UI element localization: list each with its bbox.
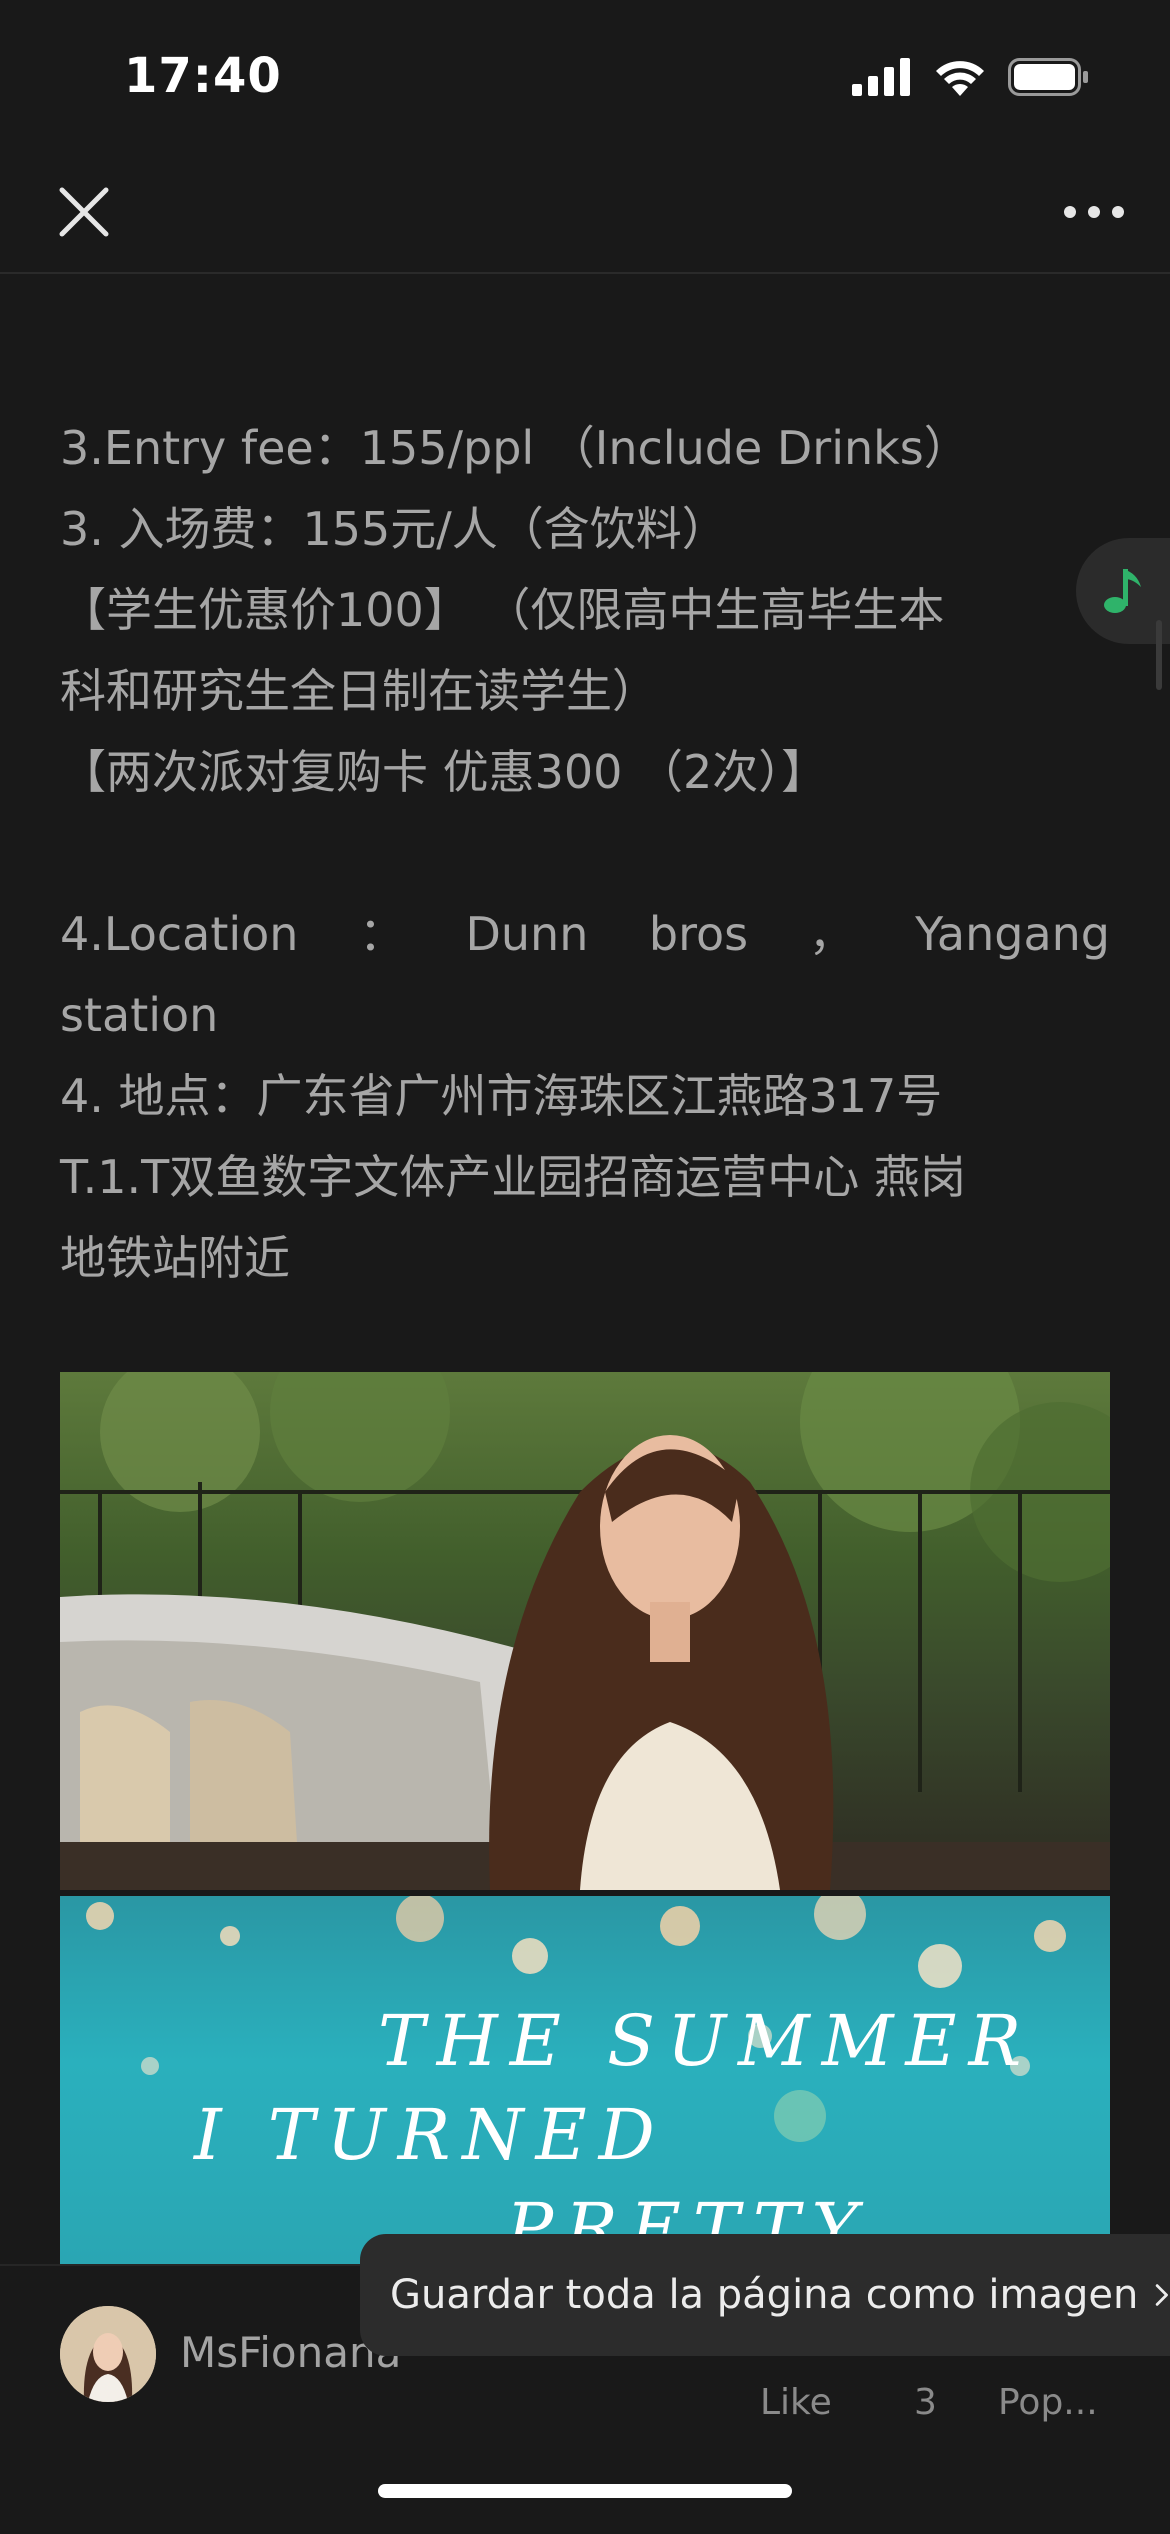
close-button[interactable] xyxy=(52,180,116,244)
article-body: 3.Entry fee：155/ppl （Include Drinks） 3. … xyxy=(60,408,1110,1299)
like-button[interactable]: Like xyxy=(760,2382,832,2423)
text-line: 【两次派对复购卡 优惠300 （2次）】 xyxy=(60,745,828,799)
text-word: bros xyxy=(648,907,749,961)
text-word: ： xyxy=(358,907,405,961)
text-word: ， xyxy=(808,907,855,961)
text-line: 3.Entry fee：155/ppl （Include Drinks） xyxy=(60,421,970,475)
nav-bar xyxy=(0,150,1170,274)
text-line: 3. 入场费：155元/人（含饮料） xyxy=(60,502,728,556)
text-line: 地铁站附近 xyxy=(60,1231,290,1285)
more-options-button[interactable] xyxy=(1060,188,1128,236)
chevron-right-icon xyxy=(1156,2284,1169,2306)
music-note-icon xyxy=(1104,569,1141,613)
text-line: T.1.T双鱼数字文体产业园招商运营中心 燕岗 xyxy=(60,1150,966,1204)
avatar-image xyxy=(60,2306,156,2402)
pop-button[interactable]: Pop... xyxy=(998,2382,1098,2423)
status-icons xyxy=(852,58,1090,96)
location-en-line: 4.Location ： Dunn bros ， Yangang xyxy=(60,894,1110,975)
status-bar: 17:40 xyxy=(0,0,1170,150)
text-line: 【学生优惠价100】 （仅限高中生高毕生本 xyxy=(60,583,945,637)
text-word: Yangang xyxy=(915,907,1110,961)
text-word: 4.Location xyxy=(60,907,299,961)
text-line: 科和研究生全日制在读学生） xyxy=(60,664,658,718)
show-title-line-2: I TURNED xyxy=(194,2094,667,2176)
wifi-icon xyxy=(936,61,984,96)
photo-illustration xyxy=(60,1372,1110,1890)
like-count: 3 xyxy=(914,2382,937,2423)
text-word: Dunn xyxy=(465,907,589,961)
toast-label: Guardar toda la página como imagen xyxy=(390,2272,1139,2318)
save-page-toast[interactable]: Guardar toda la página como imagen xyxy=(360,2234,1170,2356)
show-title-line-1: THE SUMMER xyxy=(378,2000,1034,2082)
battery-icon xyxy=(1008,58,1088,96)
home-indicator[interactable] xyxy=(378,2484,792,2498)
show-title-card[interactable]: THE SUMMER I TURNED PRETTY xyxy=(60,1896,1110,2264)
close-icon xyxy=(59,187,109,237)
scroll-indicator[interactable] xyxy=(1156,620,1162,690)
status-time: 17:40 xyxy=(124,48,282,104)
text-line: station xyxy=(60,988,219,1042)
cellular-signal-icon xyxy=(852,58,910,96)
text-line: 4. 地点：广东省广州市海珠区江燕路317号 xyxy=(60,1069,943,1123)
more-horizontal-icon xyxy=(1064,206,1124,218)
photo-girl-by-car[interactable] xyxy=(60,1372,1110,1890)
author-avatar[interactable] xyxy=(60,2306,156,2402)
